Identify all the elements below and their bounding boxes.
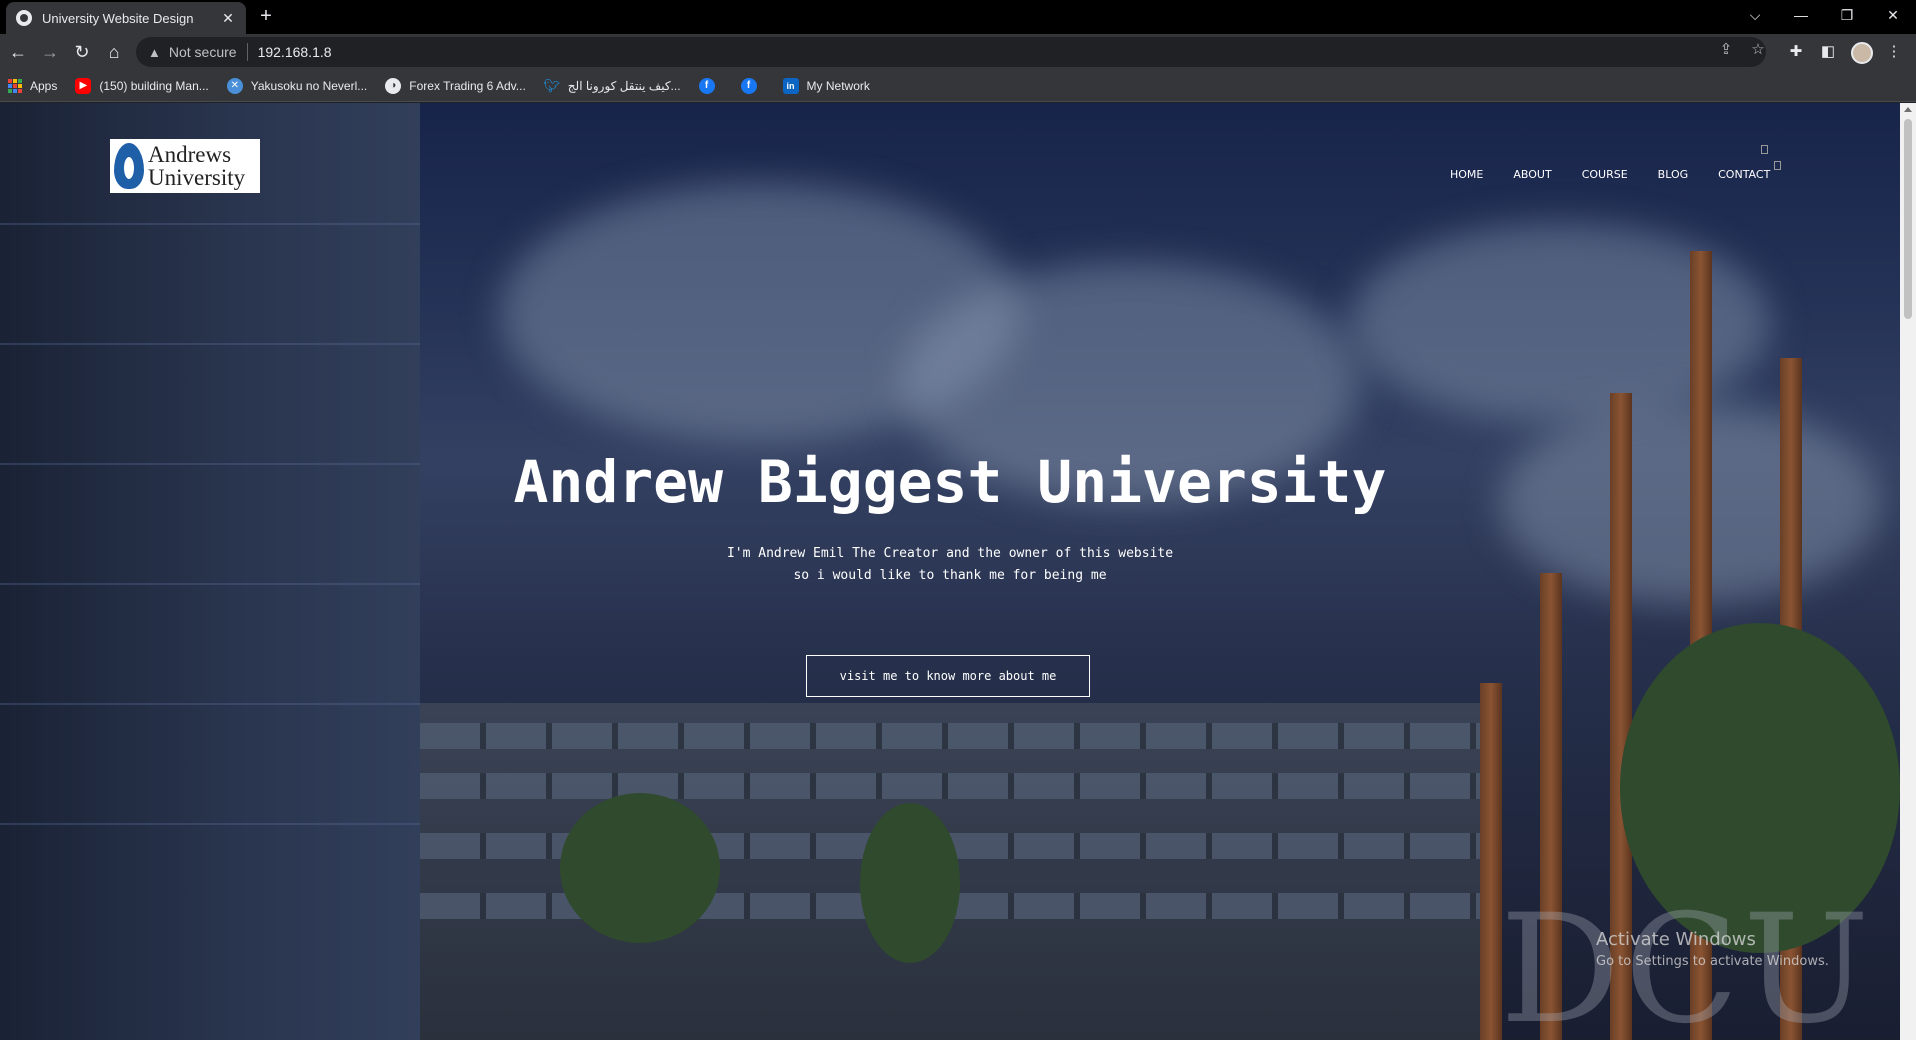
bookmarks-bar: Apps ▶ (150) building Man... ✕ Yakusoku … [0,70,1916,102]
facade-line [0,343,420,345]
tab-title: University Website Design [42,10,194,26]
hero-title: Andrew Biggest University [513,448,1387,516]
tree-shape [860,803,960,963]
bookmark-label: Forex Trading 6 Adv... [409,78,526,93]
youtube-icon: ▶ [75,77,92,94]
facebook-icon: f [740,77,757,94]
linkedin-icon: in [782,77,799,94]
back-arrow-icon[interactable]: ← [6,40,30,64]
bookmark-linkedin[interactable]: in My Network [782,77,870,94]
sculpture-pillar [1480,683,1502,1040]
bookmark-facebook-2[interactable]: f [740,77,765,94]
bookmark-apps[interactable]: Apps [8,78,58,93]
close-window-button[interactable]: ✕ [1870,0,1916,30]
nav-course[interactable]: COURSE [1582,168,1628,181]
bookmark-twitter[interactable]: 🐦︎ كيف ينتقل كورونا الج... [544,78,681,94]
page-scrollbar[interactable] [1900,103,1916,1040]
activate-windows-watermark: Activate Windows Go to Settings to activ… [1596,929,1829,969]
hero-subtitle: I'm Andrew Emil The Creator and the owne… [0,543,1900,587]
logo-line-1: Andrews [148,142,232,167]
main-nav: HOME ABOUT COURSE BLOG CONTACT [1450,168,1800,181]
home-icon[interactable]: ⌂ [102,40,126,64]
tree-shape [560,793,720,943]
scroll-up-arrow-icon[interactable] [1904,107,1912,112]
restore-button[interactable]: ❐ [1824,0,1870,30]
hero-subtitle-line-2: so i would like to thank me for being me [793,568,1107,583]
tab-strip: University Website Design ✕ + ⌵ — ❐ ✕ [0,0,1916,34]
bookmark-star-icon[interactable]: ☆ [1748,40,1768,60]
bookmark-label: كيف ينتقل كورونا الج... [567,78,681,93]
security-status[interactable]: Not secure [169,44,237,60]
yakusoku-icon: ✕ [226,77,243,94]
university-logo[interactable]: Andrews University [110,139,260,193]
profile-avatar-icon[interactable] [1851,42,1873,64]
extensions-puzzle-icon[interactable]: ✚ [1786,42,1806,62]
window-row [420,723,1480,749]
logo-line-2: University [148,165,246,190]
nav-about[interactable]: ABOUT [1513,168,1551,181]
omnibox-divider [246,43,248,61]
tab-close-icon[interactable]: ✕ [220,10,236,27]
forward-arrow-icon[interactable]: → [38,40,62,64]
facade-line [0,823,420,825]
facade-line [0,703,420,705]
reload-icon[interactable]: ↻ [70,40,94,64]
bookmark-forex[interactable]: ◑ Forex Trading 6 Adv... [385,77,526,94]
activate-title: Activate Windows [1596,929,1756,950]
menu-kebab-icon[interactable]: ⋮ [1884,42,1904,62]
logo-text: Andrews University [148,143,245,189]
menu-toggle-icon[interactable] [1761,145,1768,154]
scroll-thumb[interactable] [1904,119,1912,319]
bookmark-facebook-1[interactable]: f [698,77,723,94]
apps-grid-icon [8,78,22,93]
browser-toolbar: ← → ↻ ⌂ ▲ Not secure 192.168.1.8 ⇪ ☆ ✚ ◧… [0,34,1916,70]
minimize-button[interactable]: — [1778,0,1824,30]
side-panel-icon[interactable]: ◧ [1818,42,1838,62]
twitter-icon: 🐦︎ [543,77,561,93]
tab-search-chevron-icon[interactable]: ⌵ [1732,0,1778,30]
address-bar[interactable]: ▲ Not secure 192.168.1.8 [136,37,1766,67]
visit-button[interactable]: visit me to know more about me [806,655,1090,697]
globe-icon: ◑ [385,77,402,94]
nav-blog[interactable]: BLOG [1658,168,1688,181]
browser-tab[interactable]: University Website Design ✕ [6,2,246,34]
facade-line [0,223,420,225]
bookmark-label: (150) building Man... [99,78,209,93]
hero-section: DCU Andrews University HOME ABOUT COURSE… [0,103,1900,1040]
new-tab-button[interactable]: + [256,6,276,26]
activate-subtitle: Go to Settings to activate Windows. [1596,954,1829,969]
flame-logo-icon [114,143,144,189]
nav-contact[interactable]: CONTACT [1718,168,1770,181]
url-text[interactable]: 192.168.1.8 [258,44,332,60]
bookmark-label: My Network [806,78,870,93]
bookmark-yakusoku[interactable]: ✕ Yakusoku no Neverl... [226,77,368,94]
nav-home[interactable]: HOME [1450,168,1483,181]
window-row [420,773,1480,799]
warning-triangle-icon[interactable]: ▲ [148,45,161,60]
site-favicon-icon [16,10,32,26]
menu-toggle-icon[interactable] [1774,161,1781,170]
bookmark-label: Yakusoku no Neverl... [250,78,368,93]
bookmark-label: Apps [30,78,58,93]
bookmark-youtube[interactable]: ▶ (150) building Man... [75,77,209,94]
facebook-icon: f [698,77,715,94]
hero-subtitle-line-1: I'm Andrew Emil The Creator and the owne… [726,546,1174,561]
share-icon[interactable]: ⇪ [1716,40,1736,60]
